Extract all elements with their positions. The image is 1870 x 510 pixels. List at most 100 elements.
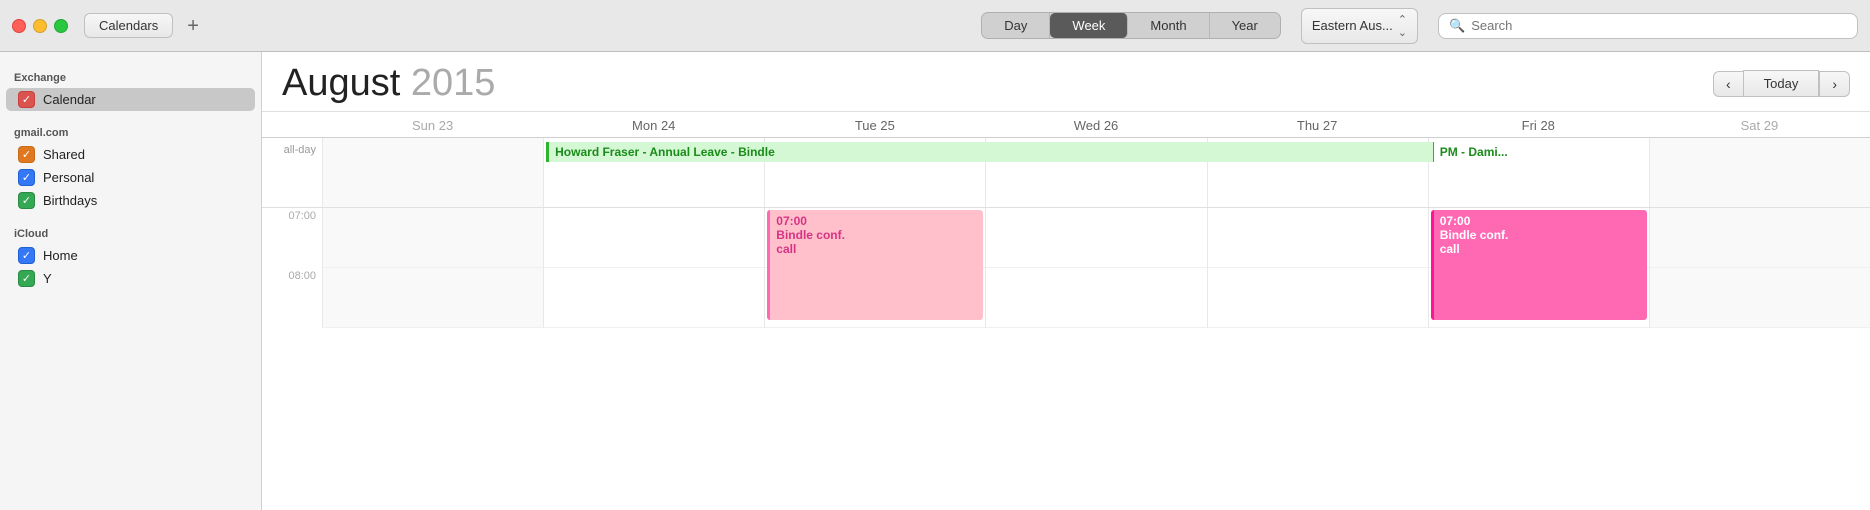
event-title-fri2: call	[1440, 242, 1641, 256]
nav-group: ‹ Today ›	[1713, 70, 1850, 97]
day-num-29: 29	[1764, 118, 1778, 133]
sidebar-item-shared[interactable]: ✓ Shared	[0, 143, 261, 166]
allday-event-pm-dami[interactable]: PM - Dami...	[1431, 142, 1647, 162]
day-header-tue25: Tue 25	[764, 118, 985, 133]
event-title-fri: Bindle conf.	[1440, 228, 1641, 242]
search-box: 🔍	[1438, 13, 1858, 39]
time-cell-sat-800	[1649, 268, 1870, 328]
allday-cell-mon: Howard Fraser - Annual Leave - Bindle	[543, 138, 764, 207]
time-cell-mon-700	[543, 208, 764, 268]
traffic-lights	[12, 19, 68, 33]
day-name-mon: Mon	[632, 118, 657, 133]
event-title-tue2: call	[776, 242, 977, 256]
day-num-24: 24	[661, 118, 675, 133]
sidebar: Exchange ✓ Calendar gmail.com ✓ Shared ✓…	[0, 52, 262, 510]
close-button[interactable]	[12, 19, 26, 33]
day-name-tue: Tue	[855, 118, 877, 133]
search-icon: 🔍	[1449, 18, 1465, 34]
calendars-button[interactable]: Calendars	[84, 13, 173, 38]
sidebar-item-calendar[interactable]: ✓ Calendar	[6, 88, 255, 111]
timezone-arrow-icon: ⌃⌄	[1398, 13, 1407, 39]
day-header-fri28: Fri 28	[1428, 118, 1649, 133]
time-cell-tue-700: 07:00 Bindle conf. call	[764, 208, 985, 268]
day-num-28: 28	[1540, 118, 1554, 133]
time-cell-sat-700	[1649, 208, 1870, 268]
time-label-700: 07:00	[262, 208, 322, 268]
search-input[interactable]	[1471, 18, 1847, 33]
sidebar-label-y: Y	[43, 271, 52, 286]
time-gutter-header	[262, 118, 322, 133]
time-cell-sun-700	[322, 208, 543, 268]
time-cell-sun-800	[322, 268, 543, 328]
day-name-sun: Sun	[412, 118, 435, 133]
add-calendar-button[interactable]: +	[183, 16, 203, 36]
sidebar-label-personal: Personal	[43, 170, 94, 185]
day-num-26: 26	[1104, 118, 1118, 133]
time-grid: 07:00 07:00 Bindle conf. call 07:00 Bind…	[262, 208, 1870, 328]
view-month-button[interactable]: Month	[1128, 13, 1209, 38]
personal-checkbox[interactable]: ✓	[18, 169, 35, 186]
prev-button[interactable]: ‹	[1713, 71, 1743, 97]
today-button[interactable]: Today	[1743, 70, 1820, 97]
sidebar-item-home[interactable]: ✓ Home	[0, 244, 261, 267]
allday-cell-sat	[1649, 138, 1870, 207]
calendar-month: August	[282, 62, 400, 104]
allday-event-howard[interactable]: Howard Fraser - Annual Leave - Bindle	[546, 142, 1433, 162]
minimize-button[interactable]	[33, 19, 47, 33]
time-cell-fri-700: 07:00 Bindle conf. call	[1428, 208, 1649, 268]
shared-checkbox[interactable]: ✓	[18, 146, 35, 163]
section-icloud: iCloud	[0, 222, 261, 244]
time-cell-thu-700	[1207, 208, 1428, 268]
sidebar-label-shared: Shared	[43, 147, 85, 162]
sidebar-label-home: Home	[43, 248, 78, 263]
event-time-tue: 07:00	[776, 214, 977, 228]
sidebar-item-y[interactable]: ✓ Y	[0, 267, 261, 290]
time-cell-fri-800	[1428, 268, 1649, 328]
next-button[interactable]: ›	[1819, 71, 1850, 97]
calendar-view: August 2015 ‹ Today › Sun 23 Mon 24 Tue	[262, 52, 1870, 510]
view-switcher: Day Week Month Year	[981, 12, 1281, 39]
titlebar: Calendars + Day Week Month Year Eastern …	[0, 0, 1870, 52]
allday-cell-fri: PM - Dami...	[1428, 138, 1649, 207]
time-cell-thu-800	[1207, 268, 1428, 328]
allday-cell-sun	[322, 138, 543, 207]
time-cell-wed-800	[985, 268, 1206, 328]
section-exchange: Exchange	[0, 66, 261, 88]
event-title-tue: Bindle conf.	[776, 228, 977, 242]
calendar-year-val: 2015	[411, 62, 496, 104]
timezone-label: Eastern Aus...	[1312, 18, 1393, 33]
day-num-27: 27	[1323, 118, 1337, 133]
day-header-sat29: Sat 29	[1649, 118, 1870, 133]
time-cell-mon-800	[543, 268, 764, 328]
calendar-month-year: August 2015	[282, 62, 495, 105]
y-checkbox[interactable]: ✓	[18, 270, 35, 287]
sidebar-item-birthdays[interactable]: ✓ Birthdays	[0, 189, 261, 212]
allday-label: all-day	[262, 138, 322, 207]
main-content: Exchange ✓ Calendar gmail.com ✓ Shared ✓…	[0, 52, 1870, 510]
maximize-button[interactable]	[54, 19, 68, 33]
day-name-sat: Sat	[1741, 118, 1761, 133]
section-gmail: gmail.com	[0, 121, 261, 143]
time-label-800: 08:00	[262, 268, 322, 328]
home-checkbox[interactable]: ✓	[18, 247, 35, 264]
day-num-23: 23	[439, 118, 453, 133]
time-cell-wed-700	[985, 208, 1206, 268]
time-grid-scroll[interactable]: 07:00 07:00 Bindle conf. call 07:00 Bind…	[262, 208, 1870, 510]
birthdays-checkbox[interactable]: ✓	[18, 192, 35, 209]
day-name-thu: Thu	[1297, 118, 1319, 133]
view-year-button[interactable]: Year	[1210, 13, 1280, 38]
day-num-25: 25	[880, 118, 894, 133]
calendar-checkbox[interactable]: ✓	[18, 91, 35, 108]
day-header-sun23: Sun 23	[322, 118, 543, 133]
event-time-fri: 07:00	[1440, 214, 1641, 228]
view-day-button[interactable]: Day	[982, 13, 1050, 38]
days-header: Sun 23 Mon 24 Tue 25 Wed 26 Thu 27 Fri	[262, 112, 1870, 138]
calendar-header: August 2015 ‹ Today ›	[262, 52, 1870, 112]
view-week-button[interactable]: Week	[1050, 13, 1128, 38]
day-header-thu27: Thu 27	[1207, 118, 1428, 133]
sidebar-label-birthdays: Birthdays	[43, 193, 97, 208]
time-cell-tue-800	[764, 268, 985, 328]
sidebar-item-personal[interactable]: ✓ Personal	[0, 166, 261, 189]
allday-row: all-day Howard Fraser - Annual Leave - B…	[262, 138, 1870, 208]
timezone-button[interactable]: Eastern Aus... ⌃⌄	[1301, 8, 1418, 44]
